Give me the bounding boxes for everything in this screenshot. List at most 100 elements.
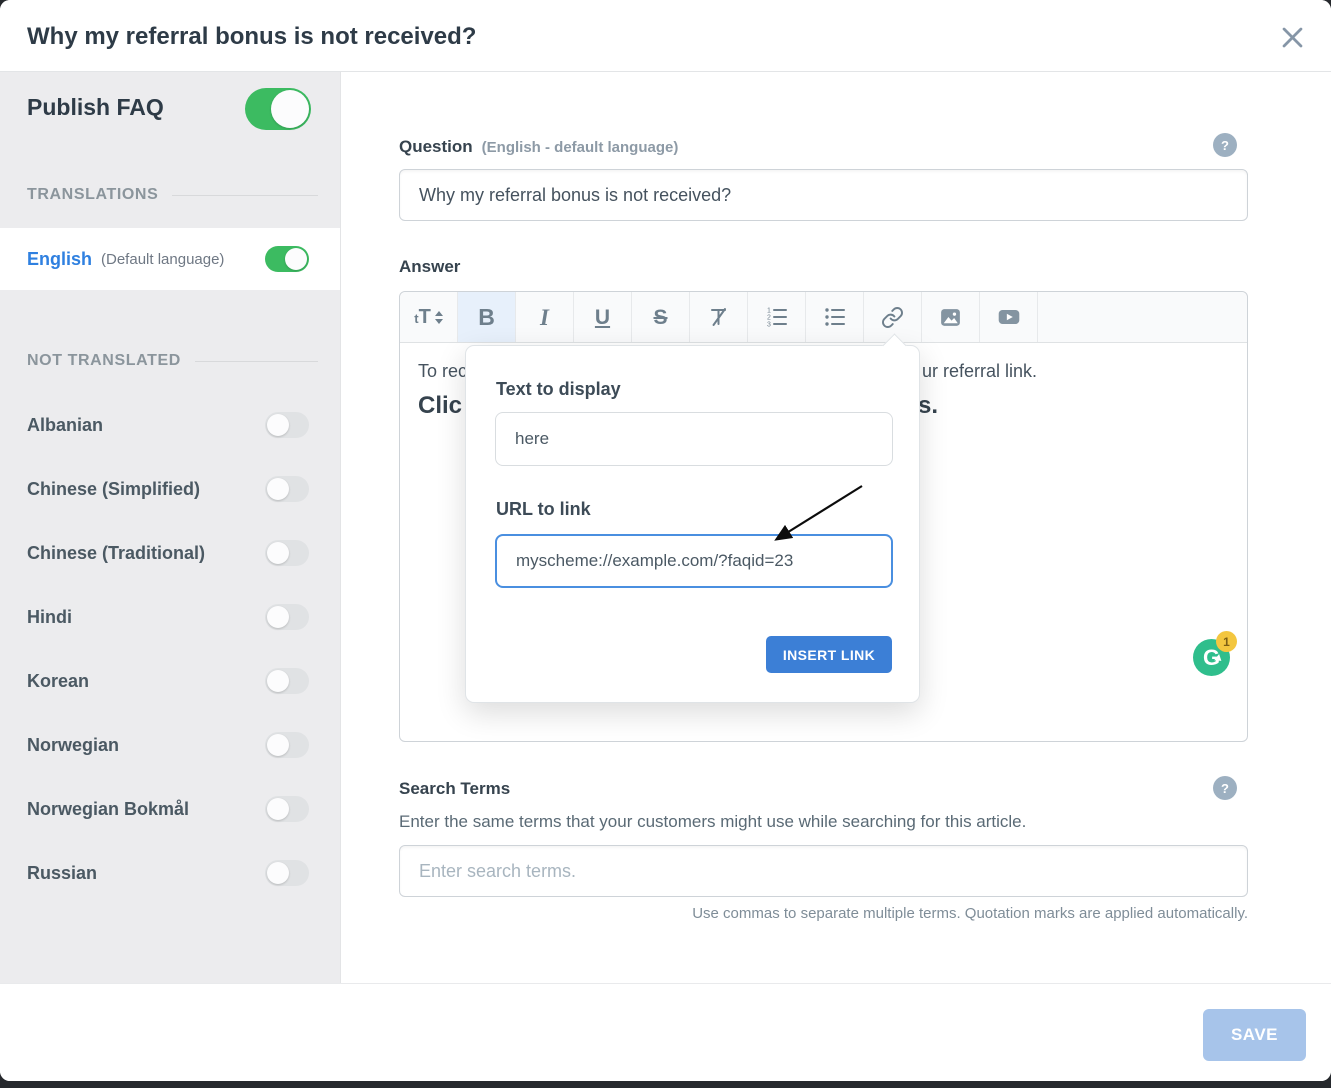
url-to-link-input[interactable]	[495, 534, 893, 588]
language-toggle[interactable]	[265, 732, 309, 758]
language-row[interactable]: Russian	[0, 841, 340, 905]
question-input[interactable]	[399, 169, 1248, 221]
publish-faq-toggle[interactable]	[245, 88, 311, 130]
translations-sidebar: Publish FAQ TRANSLATIONS English (Defaul…	[0, 72, 341, 983]
question-language-hint: (English - default language)	[482, 139, 679, 156]
editor-text-fragment: To rec	[418, 361, 467, 382]
language-toggle[interactable]	[265, 860, 309, 886]
search-terms-helper-text: Use commas to separate multiple terms. Q…	[399, 905, 1248, 922]
text-to-display-label: Text to display	[496, 379, 621, 400]
editor-toolbar: tT B I U S 123	[400, 292, 1247, 343]
toggle-knob	[267, 542, 289, 564]
language-list: Albanian Chinese (Simplified) Chinese (T…	[0, 393, 340, 905]
font-size-icon: tT	[414, 306, 443, 329]
insert-image-button[interactable]	[922, 292, 980, 342]
main-content: Question (English - default language) ? …	[341, 72, 1331, 983]
not-translated-header-label: NOT TRANSLATED	[27, 352, 181, 370]
search-terms-description: Enter the same terms that your customers…	[399, 812, 1026, 832]
translations-section-header: TRANSLATIONS	[27, 186, 318, 204]
font-size-button[interactable]: tT	[400, 292, 458, 342]
question-label-row: Question (English - default language)	[399, 137, 678, 157]
video-icon	[996, 304, 1022, 330]
bullet-list-icon	[823, 305, 847, 329]
modal-header: Why my referral bonus is not received?	[0, 0, 1331, 72]
insert-link-popover: Text to display URL to link INSERT LINK	[465, 345, 920, 703]
grammarly-button[interactable]: G 1	[1193, 639, 1230, 676]
translations-header-label: TRANSLATIONS	[27, 186, 158, 204]
strikethrough-button[interactable]: S	[632, 292, 690, 342]
language-toggle[interactable]	[265, 668, 309, 694]
underline-icon: U	[595, 307, 610, 328]
svg-text:2: 2	[767, 315, 771, 322]
toggle-knob	[267, 670, 289, 692]
clear-format-button[interactable]	[690, 292, 748, 342]
link-icon	[881, 306, 904, 329]
language-label: Chinese (Simplified)	[27, 479, 200, 500]
faq-editor-modal: Why my referral bonus is not received? P…	[0, 0, 1331, 1081]
language-label: Norwegian	[27, 735, 119, 756]
language-label: Russian	[27, 863, 97, 884]
toggle-knob	[285, 248, 307, 270]
language-toggle[interactable]	[265, 604, 309, 630]
section-divider	[195, 361, 318, 362]
language-row[interactable]: Hindi	[0, 585, 340, 649]
save-button[interactable]: SAVE	[1203, 1009, 1306, 1061]
toggle-knob	[267, 734, 289, 756]
ordered-list-button[interactable]: 123	[748, 292, 806, 342]
language-label: Norwegian Bokmål	[27, 799, 189, 820]
svg-text:3: 3	[767, 322, 771, 329]
toggle-knob	[267, 798, 289, 820]
italic-button[interactable]: I	[516, 292, 574, 342]
language-row[interactable]: Chinese (Traditional)	[0, 521, 340, 585]
publish-faq-label: Publish FAQ	[27, 94, 164, 121]
svg-text:1: 1	[767, 308, 771, 315]
sidebar-item-english[interactable]: English (Default language)	[0, 228, 340, 290]
language-label: Korean	[27, 671, 89, 692]
language-toggle[interactable]	[265, 476, 309, 502]
default-language-note: (Default language)	[101, 251, 265, 268]
italic-icon: I	[540, 306, 549, 329]
search-terms-label: Search Terms	[399, 779, 510, 799]
bold-icon: B	[478, 306, 495, 329]
ordered-list-icon: 123	[765, 305, 789, 329]
section-divider	[172, 195, 318, 196]
grammarly-count-badge: 1	[1216, 631, 1237, 652]
strikethrough-icon: S	[653, 307, 667, 328]
language-row[interactable]: Albanian	[0, 393, 340, 457]
language-row[interactable]: Norwegian	[0, 713, 340, 777]
editor-text-fragment: Clic	[418, 392, 462, 420]
language-row[interactable]: Korean	[0, 649, 340, 713]
language-toggle[interactable]	[265, 796, 309, 822]
modal-title: Why my referral bonus is not received?	[27, 23, 476, 51]
text-to-display-input[interactable]	[495, 412, 893, 466]
not-translated-section-header: NOT TRANSLATED	[27, 352, 318, 370]
search-terms-help-icon[interactable]: ?	[1213, 776, 1237, 800]
image-icon	[938, 305, 963, 330]
language-row[interactable]: Norwegian Bokmål	[0, 777, 340, 841]
toggle-knob	[267, 414, 289, 436]
language-toggle[interactable]	[265, 412, 309, 438]
toggle-knob	[267, 862, 289, 884]
language-row[interactable]: Chinese (Simplified)	[0, 457, 340, 521]
editor-text-fragment: s.	[918, 392, 938, 420]
english-toggle[interactable]	[265, 246, 309, 272]
insert-link-button[interactable]: INSERT LINK	[766, 636, 892, 673]
answer-label: Answer	[399, 257, 460, 277]
toggle-knob	[271, 90, 309, 128]
underline-button[interactable]: U	[574, 292, 632, 342]
question-label: Question	[399, 137, 473, 157]
toggle-knob	[267, 478, 289, 500]
url-to-link-label: URL to link	[496, 499, 591, 520]
close-button[interactable]	[1275, 20, 1309, 54]
bold-button[interactable]: B	[458, 292, 516, 342]
search-terms-label-row: Search Terms	[399, 779, 510, 799]
bullet-list-button[interactable]	[806, 292, 864, 342]
search-terms-input[interactable]	[399, 845, 1248, 897]
language-toggle[interactable]	[265, 540, 309, 566]
question-help-icon[interactable]: ?	[1213, 133, 1237, 157]
toggle-knob	[267, 606, 289, 628]
close-icon	[1278, 23, 1307, 52]
editor-text-fragment: ur referral link.	[922, 361, 1037, 382]
clear-format-icon	[707, 305, 731, 329]
insert-video-button[interactable]	[980, 292, 1038, 342]
